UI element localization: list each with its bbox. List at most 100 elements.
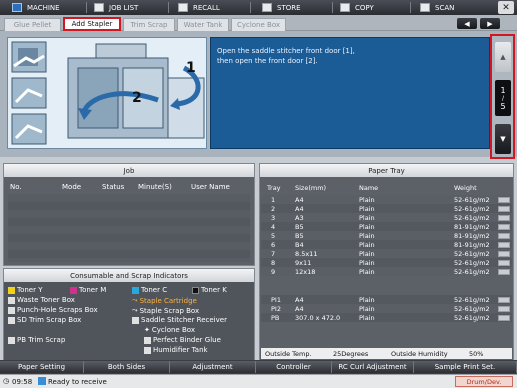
outside-humidity-value: 50% [469, 350, 484, 358]
tray-row[interactable]: 4 B5 Plain 81-91g/m2 [261, 222, 512, 231]
page-down-button[interactable]: ▼ [495, 124, 511, 154]
message-line-1: Open the saddle stitcher front door [1], [217, 47, 355, 55]
tray-paper-name: Plain [359, 240, 375, 249]
toner-c-item: Toner C [132, 286, 167, 294]
tray-number: 8 [271, 258, 276, 267]
tray-row[interactable]: 3 A3 Plain 52-61g/m2 [261, 213, 512, 222]
punch-hole-icon [8, 306, 15, 314]
adjustment-button[interactable]: Adjustment [170, 361, 256, 373]
page-total: 5 [500, 101, 506, 111]
job-col-minutes: Minute(S) [138, 183, 172, 191]
sample-print-set-button[interactable]: Sample Print Set. [414, 361, 517, 373]
copy-label: COPY [355, 3, 374, 12]
humidifier-icon [144, 346, 151, 354]
cyclone-box-icon: ✦ [144, 326, 150, 334]
status-message: Ready to receive [48, 378, 107, 386]
job-col-no: No. [10, 183, 22, 191]
tray-number: 2 [271, 204, 276, 213]
tab-label: Cyclone Box [236, 21, 281, 29]
tray-row[interactable]: 2 A4 Plain 52-61g/m2 [261, 204, 512, 213]
sd-trim-label: SD Trim Scrap Box [17, 316, 82, 324]
tray-row[interactable]: 9 12x18 Plain 52-61g/m2 [261, 267, 512, 276]
tab-add-stapler[interactable]: Add Stapler [63, 17, 121, 31]
tray-paper-name: Plain [359, 222, 375, 231]
tray-row[interactable]: 8 9x11 Plain 52-61g/m2 [261, 258, 512, 267]
tray-level-indicator [498, 305, 510, 312]
tray-row[interactable]: PI1 A4 Plain 52-61g/m2 [261, 295, 512, 304]
store-button[interactable]: STORE [262, 1, 301, 14]
toner-c-label: Toner C [141, 286, 168, 294]
tab-cyclone-box[interactable]: Cyclone Box [231, 18, 286, 31]
tray-size: A4 [295, 204, 304, 213]
tray-number: 4 [271, 222, 276, 231]
staple-cartridge-icon: ⤳ [132, 296, 138, 304]
receive-icon [38, 377, 46, 385]
humidifier-item: Humidifier Tank [144, 346, 208, 354]
tray-weight: 81-91g/m2 [454, 240, 490, 249]
job-panel-title: Job [4, 164, 254, 177]
recall-button[interactable]: RECALL [178, 1, 220, 14]
both-sides-button[interactable]: Both Sides [84, 361, 170, 373]
tray-weight: 52-61g/m2 [454, 213, 490, 222]
outside-temp-value: 25Degrees [333, 350, 369, 358]
clock-icon: ◷ [3, 377, 10, 385]
job-list-button[interactable]: JOB LIST [94, 1, 138, 14]
job-col-status: Status [102, 183, 125, 191]
tab-trim-scrap[interactable]: Trim Scrap [123, 18, 175, 31]
pb-trim-item: PB Trim Scrap [8, 336, 65, 344]
sample-print-label: Sample Print Set. [434, 363, 496, 371]
page-up-button[interactable]: ▲ [495, 42, 511, 72]
tray-row[interactable]: 7 8.5x11 Plain 52-61g/m2 [261, 249, 512, 258]
tray-row[interactable]: 6 B4 Plain 81-91g/m2 [261, 240, 512, 249]
tray-weight: 52-61g/m2 [454, 195, 490, 204]
sd-trim-item: SD Trim Scrap Box [8, 316, 81, 324]
paper-tray-title: Paper Tray [260, 164, 513, 177]
tray-level-indicator [498, 250, 510, 257]
status-bar: ◷ 09:58 Ready to receive Drum/Dev. [0, 374, 517, 388]
rc-curl-adjustment-button[interactable]: RC Curl Adjustment [332, 361, 414, 373]
tray-row[interactable]: 1 A4 Plain 52-61g/m2 [261, 195, 512, 204]
tray-row[interactable]: PB 307.0 x 472.0 Plain 52-61g/m2 [261, 313, 512, 322]
adjustment-label: Adjustment [192, 363, 233, 371]
tray-weight: 52-61g/m2 [454, 267, 490, 276]
cyclone-box-item: ✦ Cyclone Box [144, 326, 195, 334]
guidance-page-controls: ▲ 1 / 5 ▼ [490, 34, 515, 159]
tray-size: B5 [295, 231, 304, 240]
step-1-label: 1 [186, 60, 196, 76]
controller-button[interactable]: Controller [256, 361, 332, 373]
saddle-receiver-item: Saddle Stitcher Receiver [132, 316, 227, 324]
tab-label: Glue Pellet [13, 21, 52, 29]
tray-col-tray: Tray [267, 183, 281, 192]
scan-icon [420, 3, 430, 12]
tray-row[interactable]: PI2 A4 Plain 52-61g/m2 [261, 304, 512, 313]
tray-number: 1 [271, 195, 276, 204]
job-list[interactable] [8, 194, 250, 262]
tray-weight: 52-61g/m2 [454, 295, 490, 304]
tray-row[interactable]: 5 B5 Plain 81-91g/m2 [261, 231, 512, 240]
machine-icon [12, 3, 22, 12]
paper-setting-button[interactable]: Paper Setting [0, 361, 84, 373]
tab-water-tank[interactable]: Water Tank [177, 18, 229, 31]
job-col-mode: Mode [62, 183, 82, 191]
drum-dev-badge[interactable]: Drum/Dev. [455, 376, 513, 387]
tab-prev-button[interactable]: ◀ [457, 18, 477, 29]
scan-button[interactable]: SCAN [420, 1, 454, 14]
tab-glue-pellet[interactable]: Glue Pellet [4, 18, 61, 31]
tray-size: 8.5x11 [295, 249, 318, 258]
tray-weight: 52-61g/m2 [454, 204, 490, 213]
tray-size: A3 [295, 213, 304, 222]
arrow-left-icon: ◀ [464, 19, 470, 28]
tray-paper-name: Plain [359, 195, 375, 204]
arrow-down-icon: ▼ [500, 135, 506, 143]
waste-toner-label: Waste Toner Box [17, 296, 75, 304]
tray-level-indicator [498, 223, 510, 230]
toner-m-item: Toner M [70, 286, 106, 294]
binder-glue-item: Perfect Binder Glue [144, 336, 221, 344]
copy-button[interactable]: COPY [340, 1, 374, 14]
machine-button[interactable]: MACHINE [12, 1, 60, 14]
tray-level-indicator [498, 205, 510, 212]
waste-toner-icon [8, 296, 15, 304]
tray-number: 9 [271, 267, 276, 276]
close-button[interactable]: ✕ [498, 1, 514, 14]
tab-next-button[interactable]: ▶ [480, 18, 500, 29]
